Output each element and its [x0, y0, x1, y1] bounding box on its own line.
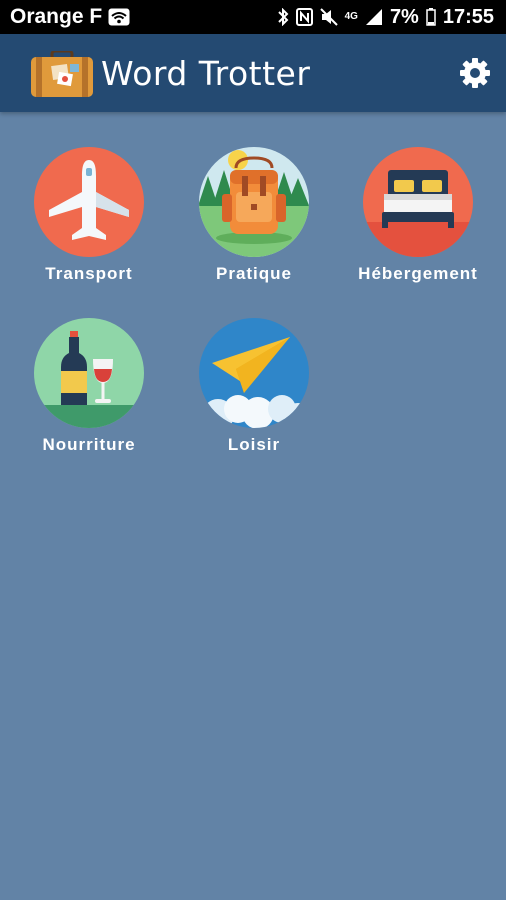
nfc-icon [295, 8, 313, 26]
wine-bottle-glass-icon [34, 318, 144, 428]
airplane-icon [34, 147, 144, 257]
settings-gear-icon[interactable] [459, 57, 491, 94]
category-hebergement[interactable]: Hébergement [343, 146, 493, 284]
status-bar: Orange F 4G 7% 17:55 [0, 0, 506, 34]
category-nourriture[interactable]: Nourriture [14, 317, 164, 455]
bed-icon [363, 147, 473, 257]
app-title: Word Trotter [101, 54, 311, 93]
app-bar: Word Trotter [0, 34, 506, 112]
carrier-name: Orange F [10, 5, 103, 28]
category-label: Transport [45, 264, 133, 283]
category-loisir[interactable]: Loisir [179, 317, 329, 455]
category-transport[interactable]: Transport [14, 146, 164, 284]
status-left: Orange F [10, 5, 130, 29]
bluetooth-icon [277, 8, 289, 26]
battery-percent: 7% [389, 5, 419, 28]
backpack-icon [199, 147, 309, 257]
battery-icon [426, 8, 436, 26]
clock: 17:55 [442, 5, 494, 28]
mute-icon [319, 8, 338, 26]
signal-icon [365, 8, 383, 26]
category-label: Nourriture [42, 435, 136, 454]
suitcase-logo-icon [30, 49, 94, 102]
category-label: Pratique [215, 264, 293, 283]
network-type-icon: 4G [344, 11, 358, 22]
wifi-icon [108, 8, 130, 26]
category-pratique[interactable]: Pratique [179, 146, 329, 284]
status-right: 4G 7% 17:55 [277, 6, 494, 29]
category-label: Loisir [227, 435, 281, 454]
paper-plane-icon [199, 318, 309, 428]
category-label: Hébergement [358, 264, 478, 283]
